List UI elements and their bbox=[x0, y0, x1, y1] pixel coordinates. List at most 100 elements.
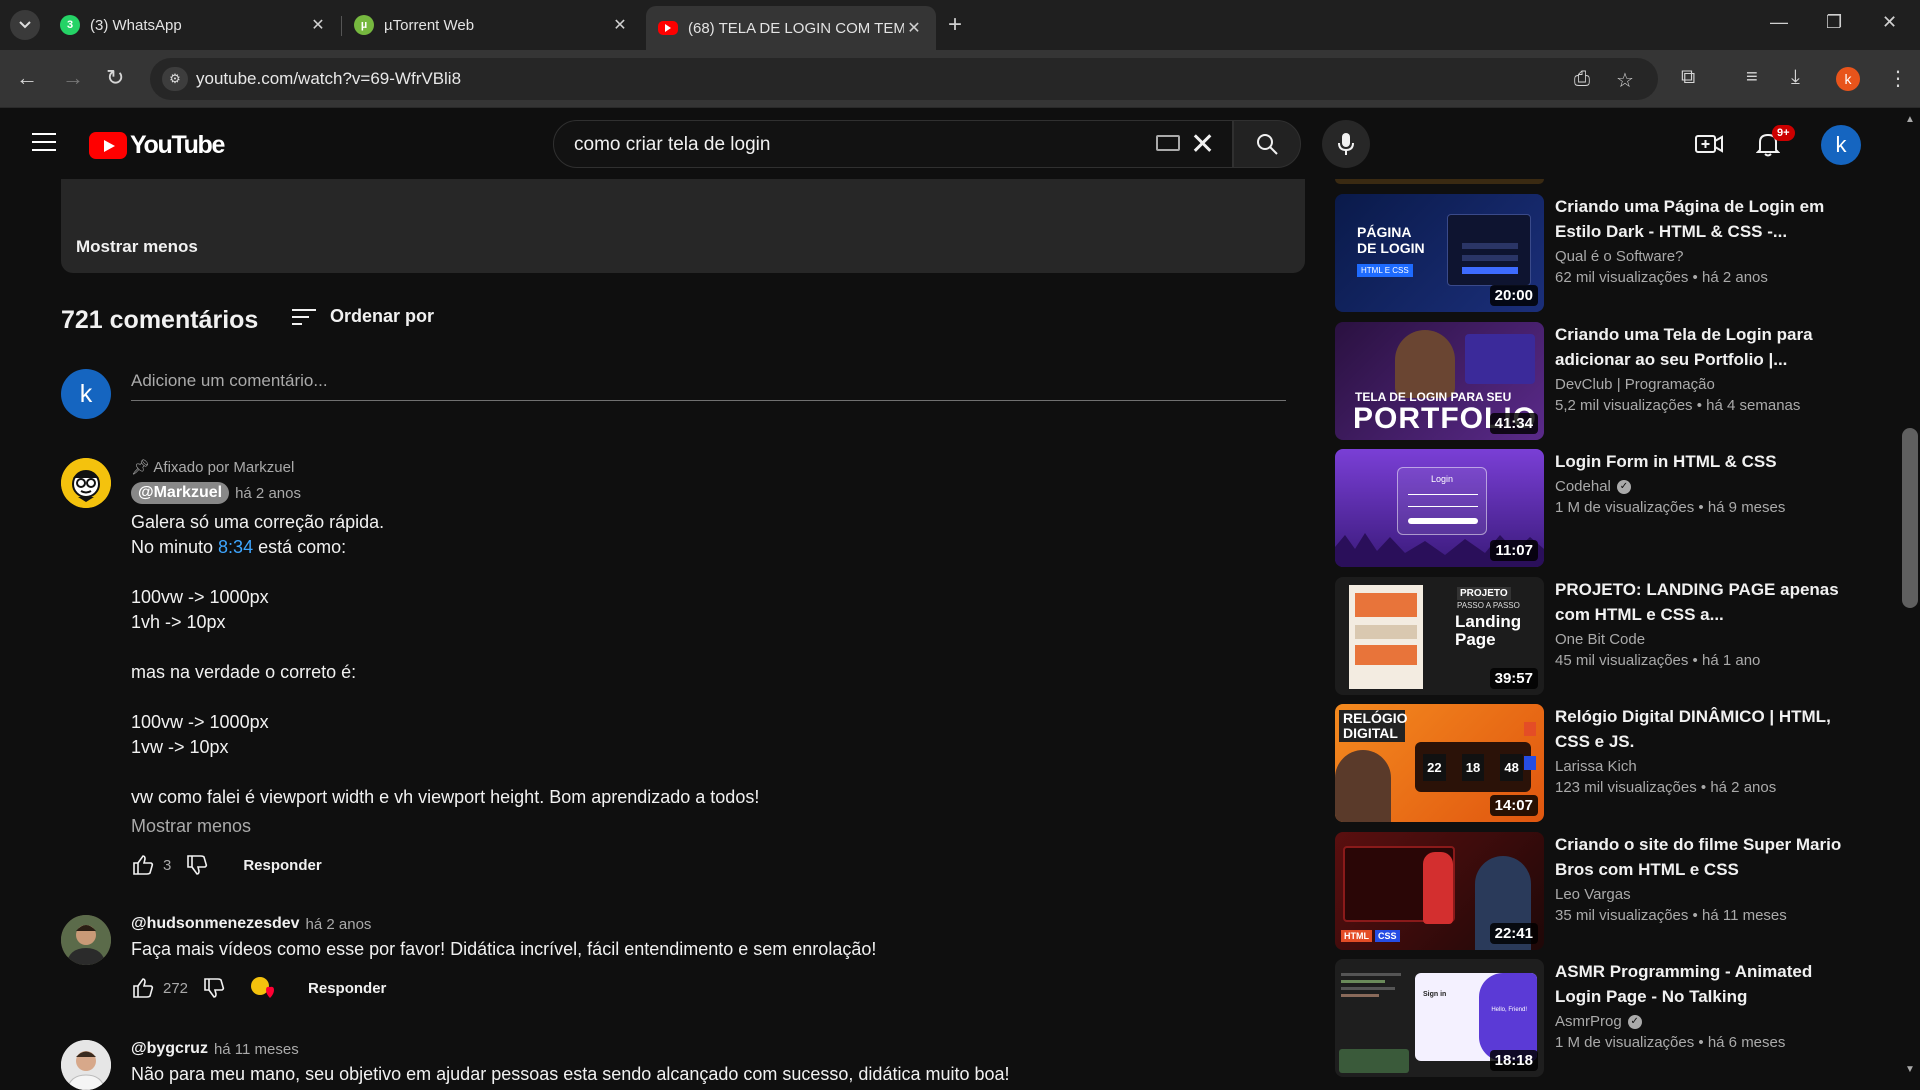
close-window-icon[interactable]: ✕ bbox=[1882, 12, 1897, 33]
reply-button[interactable]: Responder bbox=[243, 857, 321, 874]
upload-age: há 9 meses bbox=[1707, 499, 1786, 516]
avatar[interactable]: k bbox=[1821, 125, 1861, 165]
channel-name[interactable]: Qual é o Software? bbox=[1555, 248, 1683, 265]
extensions-puzzle-icon[interactable]: ⧉ bbox=[1681, 66, 1695, 89]
minimize-icon[interactable]: — bbox=[1770, 12, 1788, 33]
new-tab-button[interactable]: + bbox=[948, 13, 962, 37]
site-info-icon[interactable]: ⚙ bbox=[162, 67, 188, 91]
guide-menu-icon[interactable] bbox=[32, 133, 56, 151]
thumbnail-tag: CSS bbox=[1375, 930, 1400, 942]
upload-age: há 2 anos bbox=[1701, 269, 1768, 286]
thumbs-up-icon[interactable] bbox=[131, 853, 155, 877]
browser-tab-youtube-active[interactable]: (68) TELA DE LOGIN COM TEMA ✕ bbox=[646, 6, 936, 50]
related-video[interactable]: HTML CSS 22:41 Criando o site do filme S… bbox=[1335, 832, 1905, 950]
url-text[interactable]: youtube.com/watch?v=69-WfrVBli8 bbox=[196, 69, 461, 89]
upload-age: há 1 ano bbox=[1701, 652, 1761, 669]
video-thumbnail[interactable]: Sign in Hello, Friend! 18:18 bbox=[1335, 959, 1544, 1077]
video-title[interactable]: Criando uma Página de Login em Estilo Da… bbox=[1555, 194, 1855, 244]
video-thumbnail[interactable]: PÁGINA DE LOGIN HTML E CSS 20:00 bbox=[1335, 194, 1544, 312]
sort-icon bbox=[292, 308, 316, 326]
notification-badge: 9+ bbox=[1772, 125, 1795, 141]
related-video[interactable]: RELÓGIO DIGITAL 22 18 48 14:07 Relógio D… bbox=[1335, 704, 1905, 822]
keyboard-icon[interactable] bbox=[1156, 135, 1180, 151]
comment-author[interactable]: @hudsonmenezesdev bbox=[131, 915, 300, 933]
scrollbar-thumb[interactable] bbox=[1902, 428, 1918, 608]
avatar[interactable] bbox=[61, 458, 111, 508]
tab-search-button[interactable] bbox=[10, 10, 40, 40]
channel-name[interactable]: AsmrProg bbox=[1555, 1013, 1622, 1030]
comment-time[interactable]: há 2 anos bbox=[235, 485, 301, 502]
media-controls-icon[interactable]: ≡ bbox=[1746, 66, 1758, 89]
video-thumbnail[interactable]: TELA DE LOGIN PARA SEU PORTFOLIO 41:34 bbox=[1335, 322, 1544, 440]
video-thumbnail[interactable]: HTML CSS 22:41 bbox=[1335, 832, 1544, 950]
browser-tab-strip: 3 (3) WhatsApp ✕ µ µTorrent Web ✕ (68) T… bbox=[0, 0, 1920, 50]
comment-author[interactable]: @bygcruz bbox=[131, 1040, 208, 1058]
restore-icon[interactable]: ❐ bbox=[1826, 12, 1842, 33]
thumbs-down-icon[interactable] bbox=[202, 976, 226, 1000]
close-icon[interactable]: ✕ bbox=[904, 18, 924, 38]
channel-name[interactable]: One Bit Code bbox=[1555, 631, 1645, 648]
chrome-profile-avatar[interactable]: k bbox=[1836, 67, 1860, 91]
thumbs-down-icon[interactable] bbox=[185, 853, 209, 877]
browser-tab-utorrent[interactable]: µ µTorrent Web ✕ bbox=[342, 6, 642, 44]
comment-author[interactable]: @Markzuel bbox=[131, 482, 230, 504]
video-title[interactable]: Login Form in HTML & CSS bbox=[1555, 449, 1855, 474]
search-query[interactable]: como criar tela de login bbox=[574, 134, 770, 156]
scroll-down-arrow-icon[interactable]: ▼ bbox=[1905, 1064, 1915, 1075]
close-icon[interactable]: ✕ bbox=[308, 15, 328, 35]
verified-badge-icon: ✓ bbox=[1616, 479, 1631, 494]
related-video[interactable]: Sign in Hello, Friend! 18:18 ASMR Progra… bbox=[1335, 959, 1905, 1077]
downloads-icon[interactable]: ⤓ bbox=[1791, 66, 1800, 89]
channel-name[interactable]: DevClub | Programação bbox=[1555, 376, 1715, 393]
close-icon[interactable]: ✕ bbox=[610, 15, 630, 35]
clear-search-icon[interactable]: ✕ bbox=[1190, 127, 1215, 162]
video-title[interactable]: PROJETO: LANDING PAGE apenas com HTML e … bbox=[1555, 577, 1855, 627]
reload-icon[interactable]: ↻ bbox=[106, 67, 124, 89]
install-app-icon[interactable]: ⎙ bbox=[1574, 68, 1590, 91]
video-duration: 14:07 bbox=[1489, 795, 1538, 816]
upload-age: há 11 meses bbox=[1701, 907, 1787, 924]
video-title[interactable]: Criando uma Tela de Login para adicionar… bbox=[1555, 322, 1855, 372]
search-button[interactable] bbox=[1233, 120, 1301, 168]
video-thumbnail[interactable]: Login 11:07 bbox=[1335, 449, 1544, 567]
browser-tab-whatsapp[interactable]: 3 (3) WhatsApp ✕ bbox=[48, 6, 340, 44]
thumbnail-text: PROJETO bbox=[1457, 587, 1511, 600]
show-less-button[interactable]: Mostrar menos bbox=[76, 237, 198, 257]
channel-name[interactable]: Larissa Kich bbox=[1555, 758, 1637, 775]
voice-search-button[interactable] bbox=[1322, 120, 1370, 168]
avatar[interactable] bbox=[61, 915, 111, 965]
view-count: 62 mil visualizações bbox=[1555, 269, 1689, 286]
comment-time[interactable]: há 11 meses bbox=[214, 1041, 299, 1058]
create-video-icon[interactable] bbox=[1695, 133, 1723, 160]
forward-arrow-icon[interactable]: → bbox=[62, 67, 84, 89]
add-comment-input[interactable]: Adicione um comentário... bbox=[131, 371, 1286, 401]
youtube-logo[interactable]: YouTube bbox=[89, 131, 225, 160]
presenter-graphic bbox=[1395, 330, 1455, 398]
channel-name[interactable]: Leo Vargas bbox=[1555, 886, 1631, 903]
video-title[interactable]: ASMR Programming - Animated Login Page -… bbox=[1555, 959, 1855, 1009]
video-thumbnail[interactable]: RELÓGIO DIGITAL 22 18 48 14:07 bbox=[1335, 704, 1544, 822]
reply-button[interactable]: Responder bbox=[308, 980, 386, 997]
sort-comments-button[interactable]: Ordenar por bbox=[292, 306, 434, 327]
comment-text: Galera só uma correção rápida. No minuto… bbox=[131, 512, 760, 807]
video-thumbnail[interactable]: PROJETO PASSO A PASSO Landing Page 39:57 bbox=[1335, 577, 1544, 695]
bookmark-star-icon[interactable]: ☆ bbox=[1616, 68, 1634, 93]
address-bar[interactable]: ⚙ youtube.com/watch?v=69-WfrVBli8 ⎙ ☆ bbox=[150, 58, 1658, 100]
related-video[interactable]: PÁGINA DE LOGIN HTML E CSS 20:00 Criando… bbox=[1335, 194, 1905, 312]
related-video[interactable]: Login 11:07 Login Form in HTML & CSS Cod… bbox=[1335, 449, 1905, 567]
pin-icon: 📌︎ bbox=[131, 459, 151, 476]
search-input[interactable]: como criar tela de login ✕ bbox=[553, 120, 1233, 168]
related-video[interactable]: PROJETO PASSO A PASSO Landing Page 39:57… bbox=[1335, 577, 1905, 695]
related-video[interactable]: TELA DE LOGIN PARA SEU PORTFOLIO 41:34 C… bbox=[1335, 322, 1905, 440]
video-title[interactable]: Criando o site do filme Super Mario Bros… bbox=[1555, 832, 1855, 882]
video-title[interactable]: Relógio Digital DINÂMICO | HTML, CSS e J… bbox=[1555, 704, 1855, 754]
thumbs-up-icon[interactable] bbox=[131, 976, 155, 1000]
scroll-up-arrow-icon[interactable]: ▲ bbox=[1905, 114, 1915, 125]
back-arrow-icon[interactable]: ← bbox=[16, 67, 38, 89]
avatar[interactable] bbox=[61, 1040, 111, 1090]
timestamp-link[interactable]: 8:34 bbox=[218, 537, 253, 557]
channel-name[interactable]: Codehal bbox=[1555, 478, 1611, 495]
comment-show-less-button[interactable]: Mostrar menos bbox=[131, 816, 1291, 837]
chrome-menu-icon[interactable]: ⋮ bbox=[1888, 66, 1908, 91]
comment-time[interactable]: há 2 anos bbox=[306, 916, 372, 933]
